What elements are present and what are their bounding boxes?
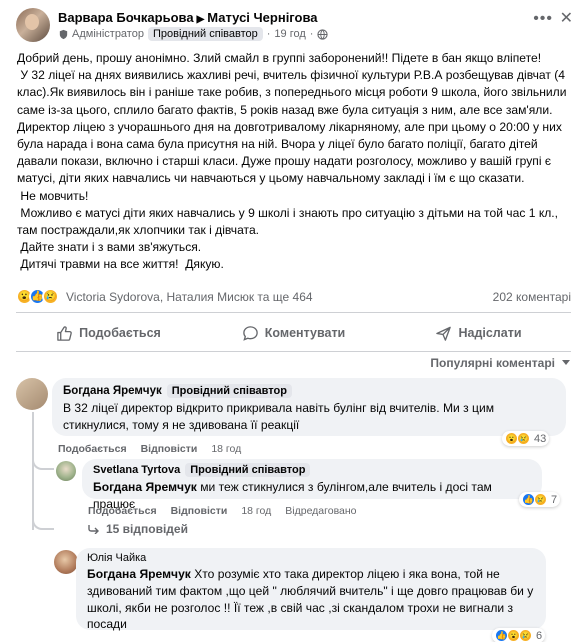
meta-separator: · [266,28,271,40]
comment-time[interactable]: 18 год [241,505,271,517]
comment-text: В 32 ліцеї директор відкрито прикривала … [63,401,495,432]
chevron-down-icon [562,360,570,365]
comment-bubble: Богдана Яремчук Провідний співавтор В 32… [52,378,566,436]
reply-comment: Svetlana Tyrtova Провідний співавтор Бог… [56,459,571,521]
comment-time[interactable]: 18 год [211,443,241,455]
share-button[interactable]: Надіслати [386,317,571,349]
reaction-count: 43 [534,432,547,445]
comment-like-button[interactable]: Подобається [88,505,157,517]
comment-button[interactable]: Коментувати [201,317,386,349]
reaction-count: 6 [536,629,543,642]
commenter-avatar[interactable] [54,550,78,574]
comment-reply-button[interactable]: Відповісти [141,443,198,455]
comment-bubble: Svetlana Tyrtova Провідний співавтор Бог… [82,459,542,511]
sad-reaction-icon: 😢 [517,432,530,445]
comment-reactions[interactable]: 👍 😢 7 [519,492,561,507]
contributor-badge: Провідний співавтор [147,27,263,41]
contributor-badge: Провідний співавтор [185,463,311,477]
comment-text: Богдана Яремчук Хто розуміє хто така дир… [87,567,534,632]
post-header: Варвара Бочкарьова ▶ Матусі Чернігова Адмі… [16,8,573,42]
commenter-name[interactable]: Юлія Чайка [87,552,535,564]
separator-dot: · [309,28,314,40]
comment-actions: Подобається Відповісти 18 год [58,443,241,455]
comment-reply-button[interactable]: Відповісти [171,505,228,517]
comment: Юлія Чайка Богдана Яремчук Хто розуміє х… [54,548,571,642]
admin-label[interactable]: Адміністратор [58,28,144,40]
author-name[interactable]: Варвара Бочкарьова [58,10,194,25]
mention-link[interactable]: Богдана Яремчук [87,567,191,581]
comment-count[interactable]: 202 коментарі [493,290,571,304]
commenter-avatar[interactable] [16,378,48,410]
reply-arrow-icon [88,525,99,534]
divider [16,351,571,352]
close-button[interactable]: ✕ [560,8,573,28]
arrow-right-icon: ▶ [196,14,205,25]
more-options-button[interactable]: ••• [533,10,553,28]
reaction-icons[interactable]: 😮 👍 😢 [16,288,59,305]
shield-icon [59,29,68,39]
post-actions: Подобається Коментувати Надіслати [16,317,571,349]
thread-connector [32,452,54,470]
group-name[interactable]: Матусі Чернігова [207,10,317,25]
post-meta: Адміністратор Провідний співавтор · 19 г… [58,27,329,41]
comment-bubble: Юлія Чайка Богдана Яремчук Хто розуміє х… [76,548,546,632]
thread-connector [32,512,54,530]
comment: Богдана Яремчук Провідний співавтор В 32… [16,378,571,458]
comment-icon [242,325,258,341]
like-button[interactable]: Подобається [16,317,201,349]
sad-reaction-icon: 😢 [519,629,532,642]
comment-reactions[interactable]: 😮 😢 43 [502,431,550,446]
post-card: Варвара Бочкарьова ▶ Матусі Чернігова Адмі… [0,0,587,642]
post-text: Добрий день, прошу анонімно. Злий смайл … [17,51,567,272]
reactions-summary: 😮 👍 😢 Victoria Sydorova, Наталия Мисюк т… [16,288,571,306]
sad-reaction-icon: 😢 [42,288,59,305]
commenter-name-row: Svetlana Tyrtova Провідний співавтор [93,463,531,477]
commenter-name[interactable]: Svetlana Tyrtova [93,464,180,476]
reaction-names[interactable]: Victoria Sydorova, Наталия Мисюк та ще 4… [66,290,313,304]
author-avatar[interactable] [16,8,50,42]
comment-sort-dropdown[interactable]: Популярні коментарі [430,356,571,370]
sad-reaction-icon: 😢 [534,493,547,506]
commenter-name[interactable]: Богдана Яремчук [63,385,162,397]
comment-actions: Подобається Відповісти 18 год Відредагов… [88,505,357,517]
reaction-count: 7 [551,493,558,506]
view-replies-button[interactable]: 15 відповідей [88,522,188,536]
commenter-avatar[interactable] [56,461,76,481]
thumbs-up-icon [57,325,73,341]
commenter-name-row: Богдана Яремчук Провідний співавтор [63,384,555,398]
post-time[interactable]: 19 год [274,28,305,40]
comment-reactions[interactable]: 👍 😮 😢 6 [492,628,546,642]
mention-link[interactable]: Богдана Яремчук [93,480,197,494]
edited-label: Відредаговано [285,505,357,517]
send-icon [436,326,452,341]
comment-like-button[interactable]: Подобається [58,443,127,455]
contributor-badge: Провідний співавтор [166,384,292,398]
author-line: Варвара Бочкарьова ▶ Матусі Чернігова [58,10,318,25]
globe-icon [317,28,329,40]
divider [16,312,571,313]
